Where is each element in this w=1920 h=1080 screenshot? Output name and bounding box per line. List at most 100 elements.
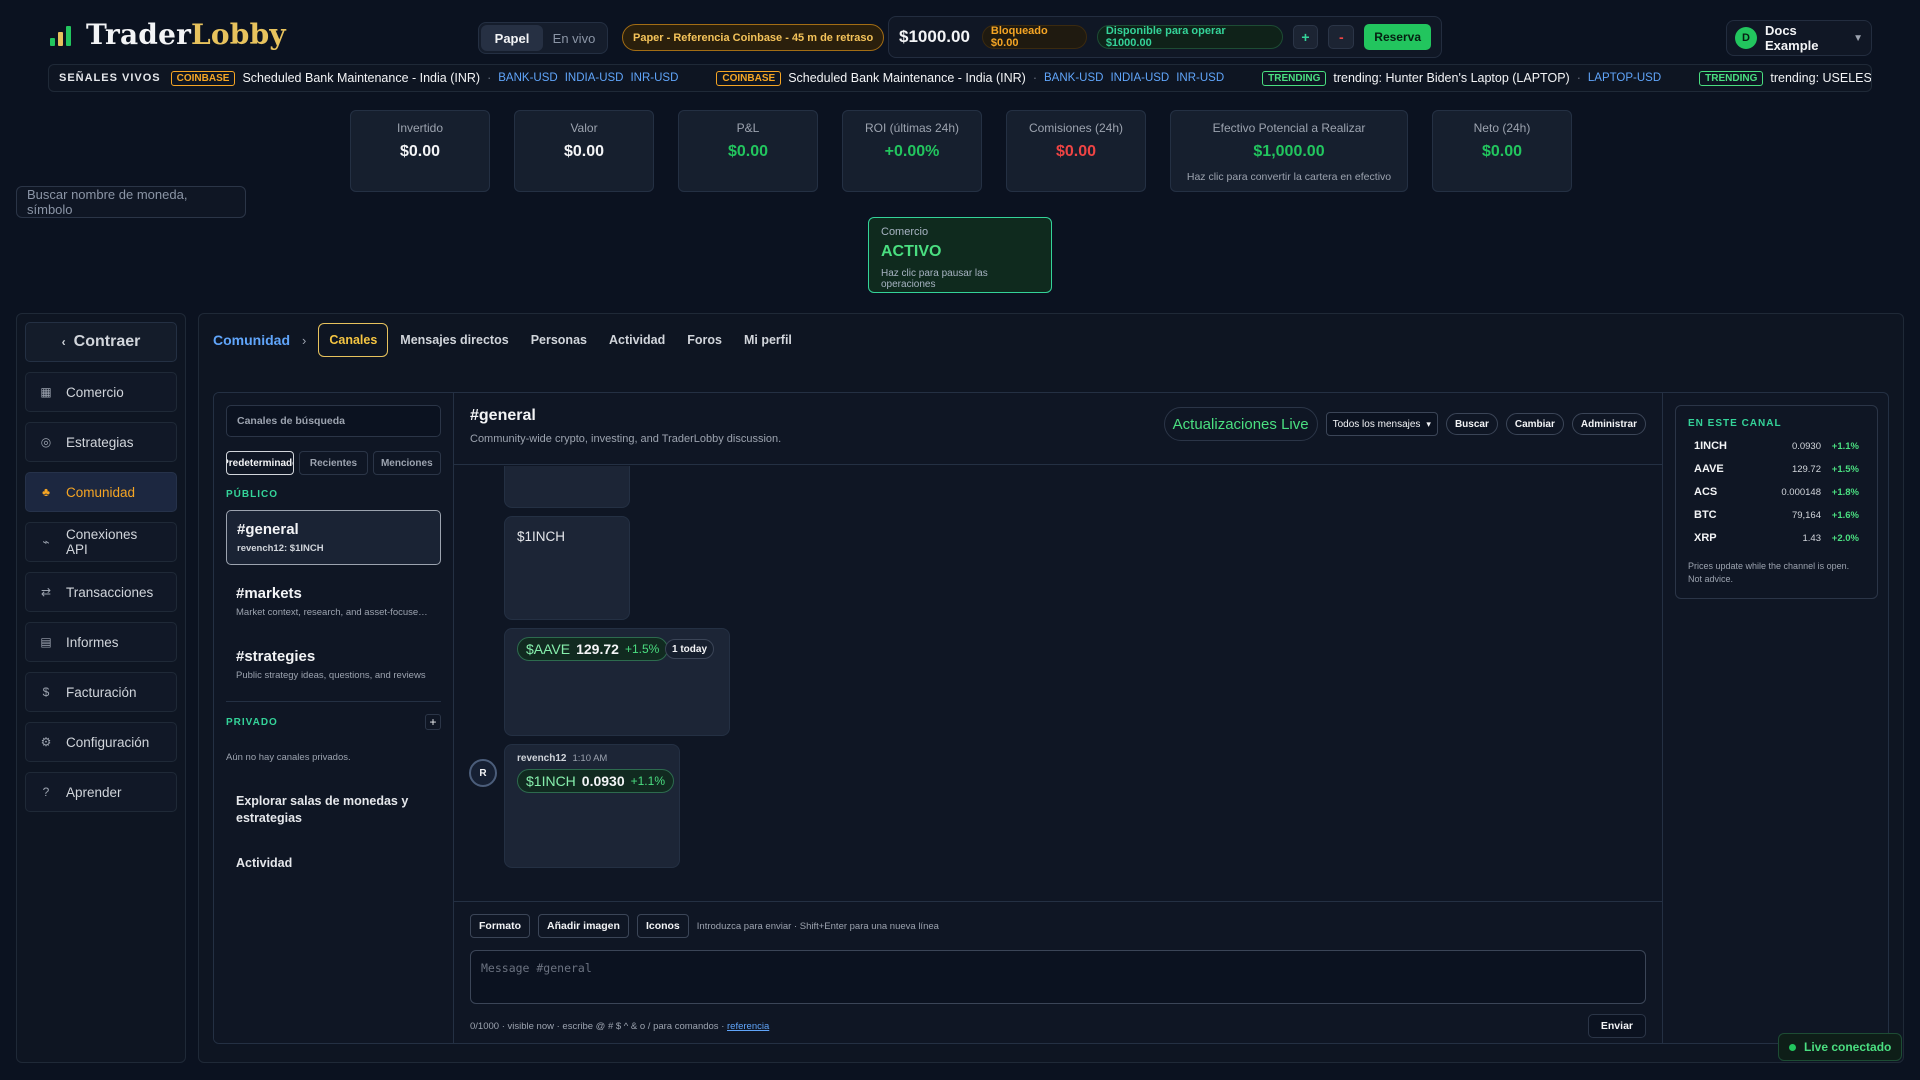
icons-button[interactable]: Iconos [636,914,689,938]
coin-row[interactable]: 1INCH 0.0930 +1.1% [1688,440,1865,452]
channel-search-input[interactable]: Canales de búsqueda [226,405,441,437]
coin-change: +1.5% [1831,463,1859,475]
live-updates-toggle[interactable]: Actualizaciones Live [1163,407,1318,441]
message-input[interactable]: Message #general [470,950,1646,1004]
tab-canales[interactable]: Canales [318,323,389,357]
balance-value: $1000.00 [899,27,970,46]
sidebar-item-comercio[interactable]: ▦ Comercio [25,372,177,412]
user-menu[interactable]: D Docs Example ▼ [1726,20,1872,56]
tab-personas[interactable]: Personas [521,323,597,357]
tab-mensajes-directos[interactable]: Mensajes directos [390,323,518,357]
format-button[interactable]: Formato [470,914,530,938]
chevron-down-icon: ▾ [1426,418,1431,429]
ticker-symbol[interactable]: BANK-USD [1044,72,1103,84]
stat-label: P&L [736,121,760,135]
admin-button[interactable]: Administrar [1571,413,1646,435]
ticker-symbol[interactable]: BANK-USD [498,72,557,84]
channel-item[interactable]: #strategies Public strategy ideas, questi… [226,638,441,691]
message-filter-select[interactable]: Todos los mensajes ▾ [1325,412,1438,436]
coin-change: +2.0% [1831,532,1859,544]
sidebar-item-facturaci-n[interactable]: $ Facturación [25,672,177,712]
ticker-item[interactable]: COINBASE Scheduled Bank Maintenance - Ind… [170,70,678,86]
stat-value: $0.00 [563,143,605,160]
message-card [504,466,630,508]
stat-label: Invertido [396,121,444,135]
ticker-symbol[interactable]: INR-USD [630,72,678,84]
sidebar-item-configuraci-n[interactable]: ⚙ Configuración [25,722,177,762]
stat-card: Valor $0.00 [514,110,654,192]
public-section-label: PÚBLICO [226,489,278,500]
message-time: 1:10 AM [572,753,608,764]
coin-row[interactable]: XRP 1.43 +2.0% [1688,532,1865,544]
switch-button[interactable]: Cambiar [1505,413,1564,435]
ticker-symbol[interactable]: LAPTOP-USD [1588,72,1661,84]
app-logo[interactable]: TraderLobby [50,18,286,51]
sidebar-item-label: Transacciones [66,584,154,600]
target-icon: ◎ [40,435,52,449]
add-private-channel-button[interactable]: + [425,714,441,730]
coin-change: +1.1% [1831,440,1859,452]
ticker-symbol[interactable]: INR-USD [1176,72,1224,84]
ticker-item[interactable]: TRENDING trending: Hunter Biden's Laptop … [1262,70,1661,86]
separator: · [487,71,492,85]
ticker-symbol[interactable]: INDIA-USD [1110,72,1169,84]
sidebar-item-label: Informes [66,634,119,650]
message-list[interactable]: $1INCH $AAVE 129.72 +1.5% 1 today R reve… [454,466,1662,900]
reserve-button[interactable]: Reserva [1364,24,1431,50]
breadcrumb[interactable]: Comunidad [213,332,290,348]
ticker-item[interactable]: COINBASE Scheduled Bank Maintenance - Ind… [716,70,1224,86]
sidebar-item-estrategias[interactable]: ◎ Estrategias [25,422,177,462]
remove-funds-button[interactable]: - [1328,25,1355,49]
add-funds-button[interactable]: + [1292,25,1319,49]
coin-symbol: BTC [1694,509,1717,521]
source-badge: TRENDING [1699,70,1764,86]
channel-item[interactable]: #general revench12: $1INCH [226,510,441,565]
sidebar-item-informes[interactable]: ▤ Informes [25,622,177,662]
coin-row[interactable]: BTC 79,164 +1.6% [1688,509,1865,521]
coin-search-input[interactable]: Buscar nombre de moneda, símbolo [16,186,246,218]
channel-description: Market context, research, and asset-focu… [236,607,431,618]
coin-mention-pill[interactable]: $AAVE 129.72 +1.5% [517,637,669,661]
reference-link[interactable]: referencia [727,1021,769,1032]
mode-live-button[interactable]: En vivo [543,25,605,51]
add-image-button[interactable]: Añadir imagen [538,914,629,938]
explore-rooms-link[interactable]: Explorar salas de monedas y estrategias [226,793,441,827]
channel-description: Public strategy ideas, questions, and re… [236,670,426,681]
mode-paper-button[interactable]: Papel [481,25,543,51]
stat-card: Comisiones (24h) $0.00 [1006,110,1146,192]
swap-icon: ⇄ [40,585,52,599]
channel-filter-tab[interactable]: Predeterminado [226,451,295,475]
stat-label: ROI (últimas 24h) [864,121,960,135]
channel-filter-tab[interactable]: Recientes [299,451,368,475]
in-channel-panel: EN ESTE CANAL 1INCH 0.0930 +1.1% AAVE 129.72… [1675,405,1878,599]
stat-label: Neto (24h) [1473,121,1531,135]
ticker-symbol[interactable]: INDIA-USD [565,72,624,84]
collapse-button[interactable]: ‹ Contraer [25,322,177,362]
trading-toggle[interactable]: Comercio ACTIVO Haz clic para pausar las… [868,217,1052,293]
coin-price: 129.72 [1791,463,1821,475]
signals-ticker: SEÑALES VIVOS COINBASE Scheduled Bank Mai… [48,64,1872,92]
channel-item[interactable]: #markets Market context, research, and as… [226,575,441,628]
tab-actividad[interactable]: Actividad [599,323,675,357]
separator: · [1032,71,1037,85]
tab-foros[interactable]: Foros [677,323,732,357]
sidebar-item-aprender[interactable]: ? Aprender [25,772,177,812]
coin-row[interactable]: ACS 0.000148 +1.8% [1688,486,1865,498]
tab-mi-perfil[interactable]: Mi perfil [734,323,802,357]
search-button[interactable]: Buscar [1445,413,1498,435]
sidebar-item-transacciones[interactable]: ⇄ Transacciones [25,572,177,612]
link-icon: ⌁ [42,535,50,549]
stat-value: $1,000.00 [1253,143,1325,160]
channel-filter-tab[interactable]: Menciones [372,451,441,475]
sidebar-item-conexiones-api[interactable]: ⌁ Conexiones API [25,522,177,562]
avatar[interactable]: R [469,759,497,787]
stat-card[interactable]: Efectivo Potencial a Realizar $1,000.00 Ha… [1170,110,1408,192]
send-button[interactable]: Enviar [1587,1014,1646,1038]
coin-row[interactable]: AAVE 129.72 +1.5% [1688,463,1865,475]
channel-name: #strategies [236,648,316,665]
activity-link[interactable]: Actividad [226,855,441,872]
coin-mention-pill[interactable]: $1INCH 0.0930 +1.1% [517,769,674,793]
ticker-item[interactable]: TRENDING trending: USELESS STONK (STON [1699,70,1871,86]
sidebar-item-comunidad[interactable]: ♣ Comunidad [25,472,177,512]
coin-symbol: ACS [1694,486,1718,498]
